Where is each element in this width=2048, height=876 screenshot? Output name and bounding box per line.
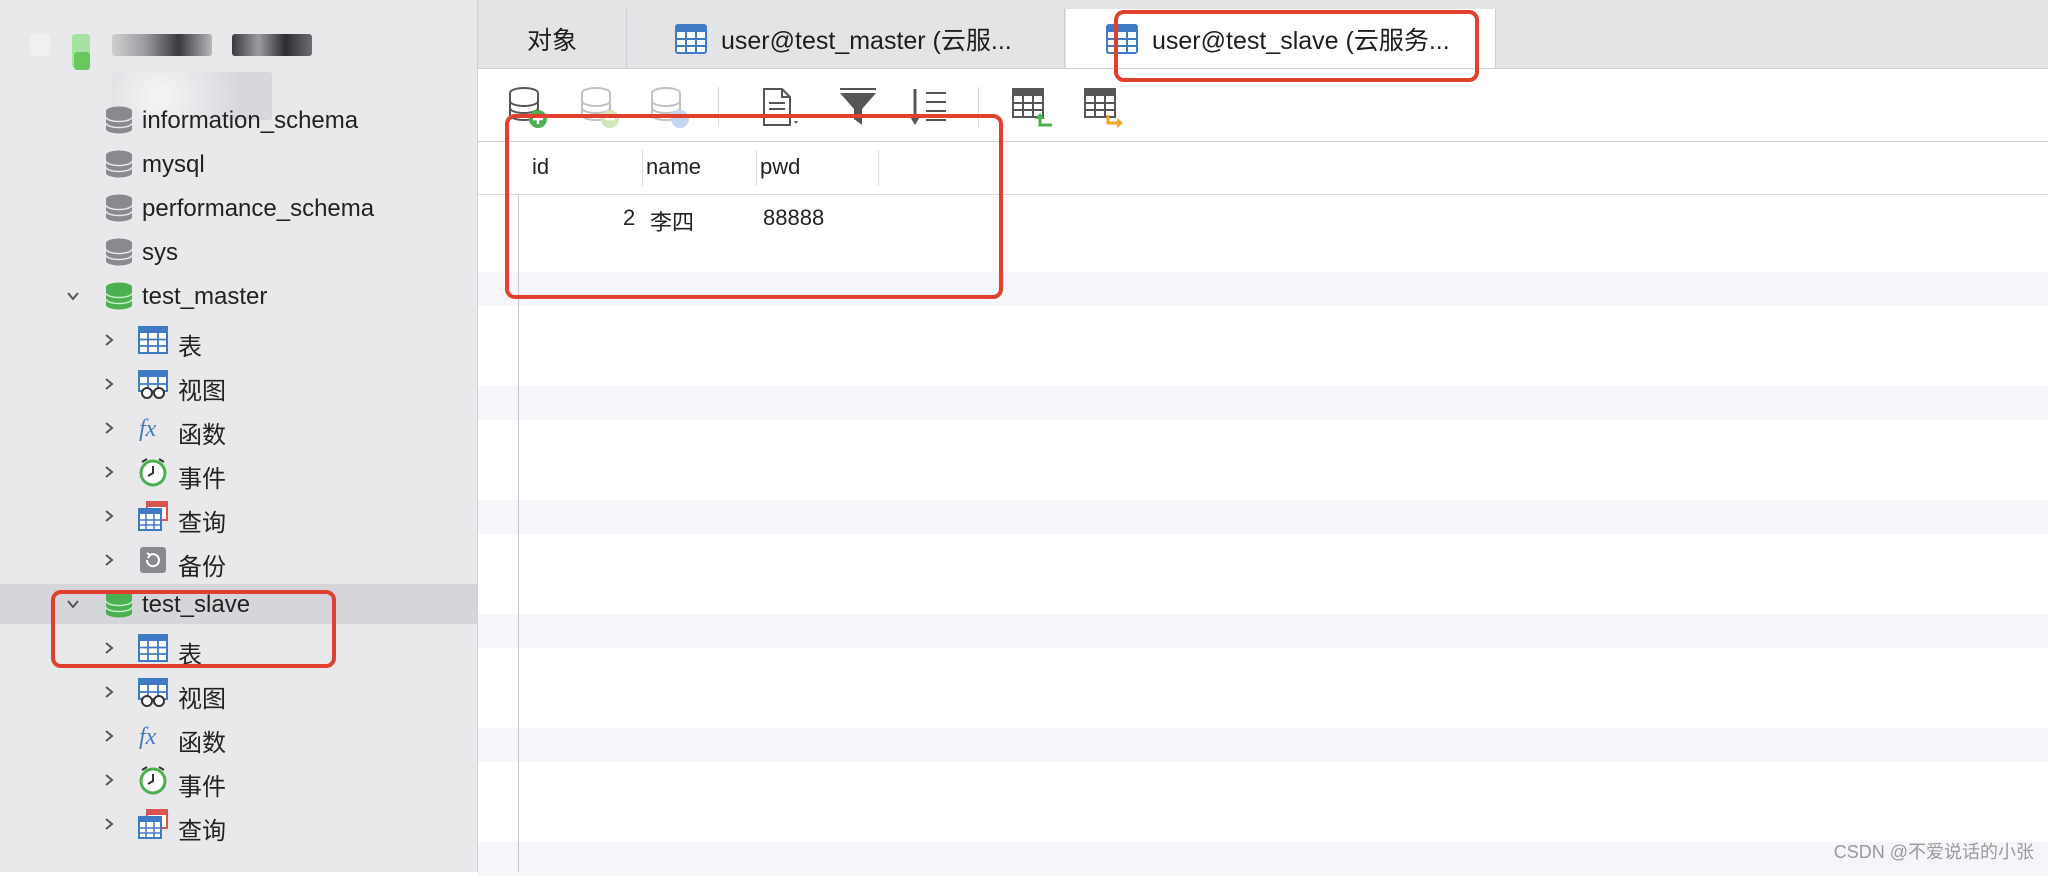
sidebar-item-查询[interactable]: 查询 [0, 804, 477, 845]
sidebar-item-label: information_schema [142, 107, 359, 134]
database-icon [104, 149, 134, 179]
tab-label: 对象 [526, 26, 577, 55]
blurred-connection-name [30, 34, 50, 56]
row-stripe [478, 500, 2048, 534]
sidebar-item-label: 查询 [178, 510, 226, 537]
sidebar-item-mysql[interactable]: mysql [0, 144, 477, 184]
table-icon [675, 23, 707, 54]
row-stripe [478, 386, 2048, 420]
sidebar-item-label: mysql [142, 151, 205, 178]
query-icon [138, 809, 168, 839]
annotation-box-tab [1114, 10, 1479, 82]
sidebar-item-事件[interactable]: 事件 [0, 760, 477, 801]
tab-label: user@test_master (云服... [721, 26, 1012, 55]
sidebar-item-label: sys [142, 239, 178, 266]
annotation-box-grid [505, 114, 1003, 299]
annotation-box-sidebar [51, 590, 336, 668]
sidebar-item-information-schema[interactable]: information_schema [0, 100, 477, 140]
chevron-right-icon[interactable] [98, 681, 120, 703]
chevron-right-icon[interactable] [98, 725, 120, 747]
sidebar-item-label: 视图 [178, 686, 226, 713]
database-icon [104, 105, 134, 135]
sidebar-item-performance-schema[interactable]: performance_schema [0, 188, 477, 228]
table-icon [138, 325, 168, 355]
tab-objects[interactable]: 对象 [478, 9, 627, 68]
view-icon [138, 369, 168, 399]
sidebar-item-label: 函数 [178, 730, 226, 757]
chevron-right-icon[interactable] [98, 373, 120, 395]
navigation-sidebar: information_schemamysql performance_schem… [0, 0, 478, 872]
sidebar-item-label: 函数 [178, 422, 226, 449]
svg-text:fx: fx [139, 724, 157, 750]
sidebar-item-视图[interactable]: 视图 [0, 672, 477, 713]
sidebar-item-函数[interactable]: fx 函数 [0, 716, 477, 757]
sidebar-item-事件[interactable]: 事件 [0, 452, 477, 493]
sidebar-item-label: 事件 [178, 774, 226, 801]
import-icon[interactable] [1010, 85, 1054, 129]
function-icon: fx [138, 413, 168, 443]
svg-text:fx: fx [139, 416, 157, 442]
chevron-right-icon[interactable] [98, 549, 120, 571]
blurred-text-2 [232, 34, 312, 56]
sidebar-item-表[interactable]: 表 [0, 320, 477, 361]
tab-user-test-master[interactable]: user@test_master (云服... [627, 9, 1065, 68]
database-icon [104, 193, 134, 223]
database-connected-icon [104, 281, 134, 311]
connection-status-icon-fill [74, 52, 90, 70]
backup-icon [138, 545, 168, 575]
row-stripe [478, 614, 2048, 648]
chevron-down-icon[interactable] [62, 285, 84, 307]
sidebar-item-视图[interactable]: 视图 [0, 364, 477, 405]
event-clock-icon [138, 457, 168, 487]
row-stripe [478, 842, 2048, 876]
event-clock-icon [138, 765, 168, 795]
chevron-right-icon[interactable] [98, 461, 120, 483]
function-icon: fx [138, 721, 168, 751]
sidebar-item-label: 视图 [178, 378, 226, 405]
watermark: CSDN @不爱说话的小张 [1833, 842, 2034, 862]
row-stripe [478, 728, 2048, 762]
chevron-right-icon[interactable] [98, 769, 120, 791]
chevron-right-icon[interactable] [98, 813, 120, 835]
sidebar-item-label: 查询 [178, 818, 226, 845]
sidebar-item-label: performance_schema [142, 195, 375, 222]
sidebar-item-函数[interactable]: fx 函数 [0, 408, 477, 449]
database-icon [104, 237, 134, 267]
chevron-right-icon[interactable] [98, 505, 120, 527]
sidebar-item-test-master[interactable]: test_master [0, 276, 477, 316]
chevron-right-icon[interactable] [98, 329, 120, 351]
sidebar-item-label: 备份 [178, 554, 226, 581]
view-icon [138, 677, 168, 707]
sidebar-item-label: test_master [142, 283, 268, 310]
sidebar-item-sys[interactable]: sys [0, 232, 477, 272]
sidebar-item-label: 事件 [178, 466, 226, 493]
export-icon[interactable] [1082, 85, 1126, 129]
sidebar-item-备份[interactable]: 备份 [0, 540, 477, 581]
sidebar-item-查询[interactable]: 查询 [0, 496, 477, 537]
chevron-right-icon[interactable] [98, 417, 120, 439]
query-icon [138, 501, 168, 531]
sidebar-item-label: 表 [178, 334, 202, 361]
blurred-text-1 [112, 34, 212, 56]
